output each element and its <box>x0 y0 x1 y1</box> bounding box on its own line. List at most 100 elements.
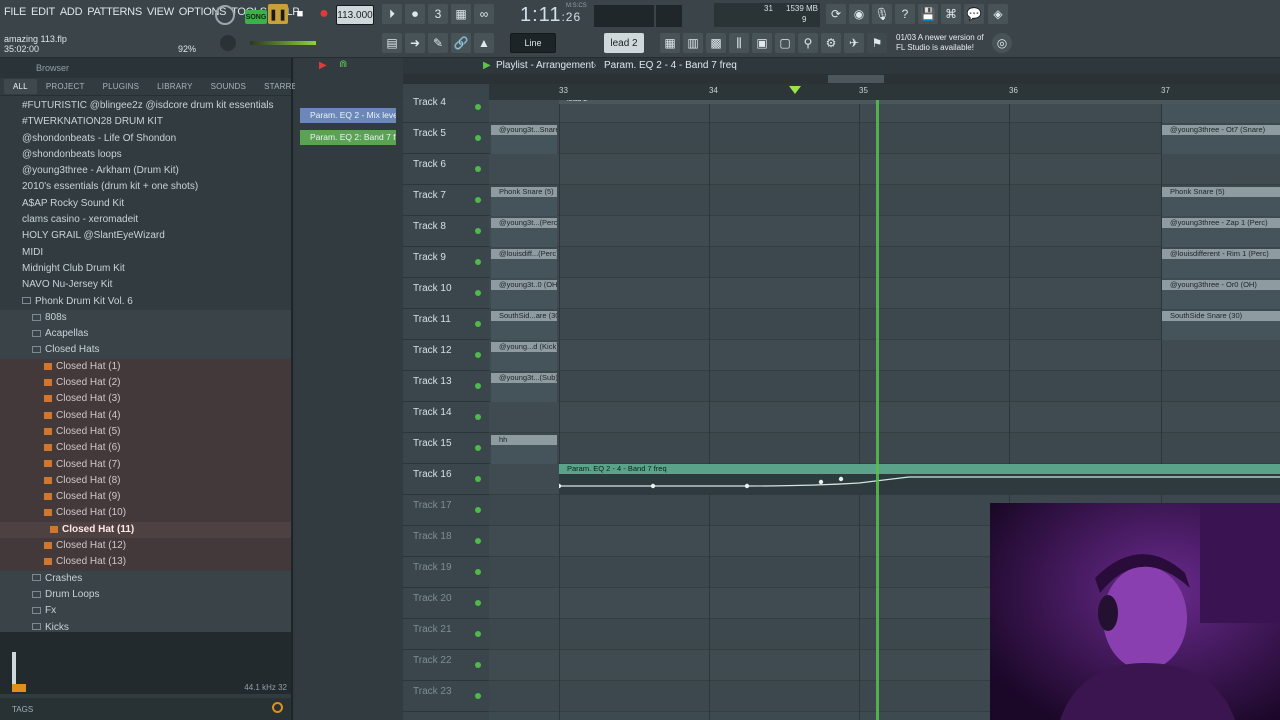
track-mute-led[interactable] <box>475 445 481 451</box>
clip-body[interactable] <box>1162 104 1280 123</box>
track-mute-led[interactable] <box>475 104 481 110</box>
browser-folder[interactable]: clams casino - xeromadeit <box>0 212 291 228</box>
audio-clip[interactable]: @young3three - Or0 (OH) <box>1162 280 1280 290</box>
menu-view[interactable]: VIEW <box>147 6 174 18</box>
picker-item-band-7-freq[interactable]: Param. EQ 2: Band 7 freq <box>300 130 396 145</box>
browser-folder-open[interactable]: Phonk Drum Kit Vol. 6 <box>0 294 291 310</box>
plugin-icon[interactable]: ⌘ <box>941 4 961 24</box>
automation-point[interactable] <box>559 483 562 489</box>
scroll-thumb[interactable] <box>828 75 884 83</box>
preview-play-icon[interactable] <box>12 684 26 692</box>
browser-file[interactable]: Closed Hat (3) <box>0 391 291 408</box>
audio-clip[interactable]: SouthSide Snare (30) <box>1162 311 1280 321</box>
tab-project[interactable]: PROJECT <box>37 79 94 94</box>
track-header[interactable]: Track 23 <box>403 681 489 712</box>
account-icon[interactable]: ◎ <box>992 33 1012 53</box>
audio-clip[interactable]: @young3t..0 (OH) <box>491 280 557 290</box>
track-header[interactable]: Track 20 <box>403 588 489 619</box>
project-icon[interactable]: ▢ <box>775 33 795 53</box>
track-header[interactable]: Track 6 <box>403 154 489 185</box>
track-header[interactable]: Track 17 <box>403 495 489 526</box>
track-header[interactable]: Track 7 <box>403 185 489 216</box>
mic-record-icon[interactable]: ✈ <box>844 33 864 53</box>
arrow-icon[interactable]: ➜ <box>405 33 425 53</box>
update-notice[interactable]: 01/03 A newer version of FL Studio is av… <box>896 33 984 53</box>
clip-body[interactable] <box>1162 197 1280 216</box>
browser-file[interactable]: Closed Hat (12) <box>0 538 291 555</box>
browser-folder[interactable]: A$AP Rocky Sound Kit <box>0 196 291 212</box>
automation-point[interactable] <box>744 483 750 489</box>
link-icon[interactable]: 🔗 <box>451 33 471 53</box>
browser-file[interactable]: Closed Hat (9) <box>0 489 291 506</box>
track-header[interactable]: Track 12 <box>403 340 489 371</box>
playhead[interactable] <box>876 100 879 720</box>
audio-clip[interactable]: Phonk Snare (5) <box>491 187 557 197</box>
browser-file[interactable]: Closed Hat (8) <box>0 472 291 490</box>
audio-clip[interactable]: @louisdiff...(Perc) <box>491 249 557 259</box>
master-pitch-knob[interactable] <box>220 35 236 51</box>
menu-add[interactable]: ADD <box>60 6 83 18</box>
menu-patterns[interactable]: PATTERNS <box>87 6 142 18</box>
browser-folder[interactable]: @young3three - Arkham (Drum Kit) <box>0 163 291 179</box>
track-mute-led[interactable] <box>475 197 481 203</box>
browser-subfolder-open[interactable]: Closed Hats <box>0 342 291 359</box>
audio-clip[interactable]: SouthSid...are (30) <box>491 311 557 321</box>
track-header[interactable]: Track 13 <box>403 371 489 402</box>
menu-file[interactable]: FILE <box>4 6 26 18</box>
browser-icon[interactable]: ▣ <box>752 33 772 53</box>
clip-body[interactable] <box>1162 259 1280 278</box>
audio-clip[interactable]: @young3three - Zap 1 (Perc) <box>1162 218 1280 228</box>
cpu-icon[interactable]: ◉ <box>849 4 869 24</box>
automation-point[interactable] <box>818 479 824 485</box>
countdown-icon[interactable]: 3 <box>428 4 448 24</box>
metronome-icon[interactable]: ⏵ <box>382 4 402 24</box>
browser-subfolder[interactable]: Drum Loops <box>0 586 291 604</box>
clip-body[interactable] <box>491 445 557 464</box>
loop-record-icon[interactable]: ∞ <box>474 4 494 24</box>
track-mute-led[interactable] <box>475 662 481 668</box>
audio-clip[interactable]: @young3t...(Perc) <box>491 218 557 228</box>
browser-subfolder[interactable]: Acapellas <box>0 326 291 343</box>
tab-plugins[interactable]: PLUGINS <box>94 79 149 94</box>
microphone-icon[interactable]: 🎙 <box>872 4 892 24</box>
browser-folder[interactable]: Midnight Club Drum Kit <box>0 261 291 277</box>
record-icon[interactable]: ● <box>314 4 334 24</box>
playlist-toggle-icon[interactable]: ▤ <box>382 33 402 53</box>
stamp-icon[interactable]: ▲ <box>474 33 494 53</box>
automation-curve[interactable] <box>559 474 1280 495</box>
track-mute-led[interactable] <box>475 631 481 637</box>
clip-body[interactable] <box>491 228 557 247</box>
browser-file[interactable]: Closed Hat (1) <box>0 358 291 376</box>
tab-all[interactable]: ALL <box>4 79 37 94</box>
clip-body[interactable] <box>491 321 557 340</box>
playlist-play-icon[interactable]: ▶ <box>483 60 491 71</box>
wait-icon[interactable]: ⏺ <box>405 4 425 24</box>
news-icon[interactable]: ◈ <box>988 4 1008 24</box>
time-ruler[interactable]: 33 34 35 36 37 <box>489 84 1280 100</box>
track-mute-led[interactable] <box>475 135 481 141</box>
track-header[interactable]: Track 4 <box>403 92 489 123</box>
browser-file[interactable]: Closed Hat (5) <box>0 423 291 441</box>
clip-body[interactable] <box>491 352 557 371</box>
track-mute-led[interactable] <box>475 259 481 265</box>
mixer-icon[interactable]: ⫼ <box>729 33 749 53</box>
browser-subfolder[interactable]: 808s <box>0 309 291 327</box>
browser-folder[interactable]: HOLY GRAIL @SlantEyeWizard <box>0 228 291 244</box>
tempo-display[interactable]: 113.000 <box>336 5 374 25</box>
clip-body[interactable] <box>491 290 557 309</box>
track-header[interactable]: Track 22 <box>403 650 489 681</box>
undo-history-icon[interactable]: ⟳ <box>826 4 846 24</box>
audio-clip[interactable]: @young3three - Ot7 (Snare) <box>1162 125 1280 135</box>
playhead-marker[interactable] <box>789 86 801 94</box>
shop-icon[interactable]: ⚑ <box>867 33 887 53</box>
song-mode-button[interactable]: SONG <box>245 10 267 24</box>
channel-rack-icon[interactable]: ▩ <box>706 33 726 53</box>
clip-body[interactable] <box>1162 290 1280 309</box>
audio-clip[interactable]: @young...d (Kick) <box>491 342 557 352</box>
track-mute-led[interactable] <box>475 693 481 699</box>
track-header[interactable]: Track 16 <box>403 464 489 495</box>
browser-folder[interactable]: 2010's essentials (drum kit + one shots) <box>0 179 291 195</box>
help-icon[interactable]: ? <box>895 4 915 24</box>
audio-clip[interactable]: Phonk Snare (5) <box>1162 187 1280 197</box>
browser-folder[interactable]: #FUTURISTIC @blingee2z @isdcore drum kit… <box>0 98 291 114</box>
